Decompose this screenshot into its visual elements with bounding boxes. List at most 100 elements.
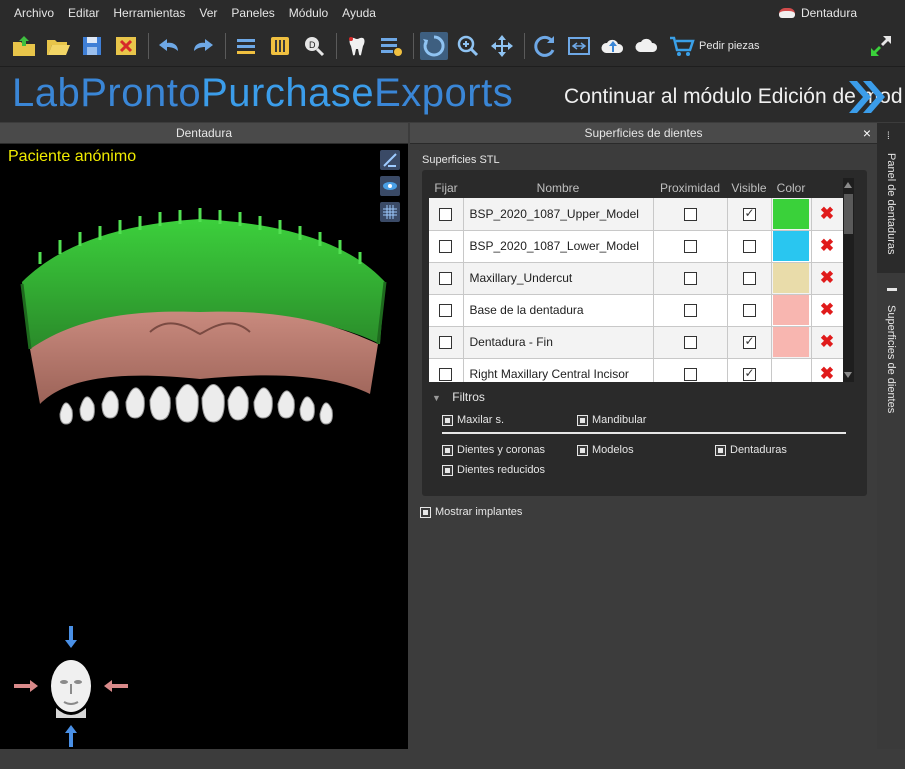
fix-checkbox[interactable] [439,207,453,221]
pin-icon[interactable]: ▬ [887,283,897,294]
filters-toggle[interactable]: ▼ Filtros [432,390,485,404]
proximity-checkbox[interactable] [683,304,697,318]
patient-name: Paciente anónimo [8,148,137,165]
column-header-proximity[interactable]: Proximidad [653,178,727,198]
menu-ayuda[interactable]: Ayuda [335,6,383,20]
menu-herramientas[interactable]: Herramientas [106,6,192,20]
color-swatch[interactable] [773,263,809,293]
filter-dentures-checkbox[interactable]: Dentaduras [715,444,787,456]
fix-checkbox[interactable] [439,240,453,254]
filter-teeth-crowns-checkbox[interactable]: Dientes y coronas [442,444,545,456]
delete-icon[interactable]: ✖ [820,268,834,287]
filter-mandibular-checkbox[interactable]: Mandibular [577,414,646,426]
brand-logo: LabProntoPurchaseExports [12,71,513,116]
color-swatch[interactable] [773,231,809,261]
inspect-button[interactable]: D [300,32,328,60]
scroll-down-icon[interactable] [844,372,852,378]
tab-panel-dentures[interactable]: ⁞ Panel de dentaduras [877,123,905,273]
redo-button[interactable] [189,32,217,60]
menu-paneles[interactable]: Paneles [224,6,281,20]
camera-view-icon[interactable] [380,176,400,196]
zoom-button[interactable] [454,32,482,60]
folder-open-icon [47,40,70,55]
scroll-up-icon[interactable] [844,182,852,188]
column-header-fix[interactable]: Fijar [429,178,463,198]
show-implants-checkbox[interactable]: Mostrar implantes [420,506,522,518]
rotate-view-button[interactable] [420,32,448,60]
denture-model-render[interactable] [0,204,408,504]
delete-icon[interactable]: ✖ [820,332,834,351]
column-header-visible[interactable]: Visible [727,178,771,198]
proximity-checkbox[interactable] [683,240,697,254]
delete-icon[interactable]: ✖ [820,236,834,255]
surface-name: BSP_2020_1087_Lower_Model [463,230,654,263]
measure-tool-icon[interactable] [380,150,400,170]
visible-checkbox[interactable] [742,366,756,382]
fit-view-button[interactable] [565,32,593,60]
table-row[interactable]: Maxillary_Undercut ✖ [429,262,844,295]
3d-viewport[interactable]: Paciente anónimo [0,144,408,749]
pan-button[interactable] [488,32,516,60]
settings-sliders-button[interactable] [266,32,294,60]
column-header-name[interactable]: Nombre [463,178,653,198]
table-row[interactable]: BSP_2020_1087_Lower_Model ✖ [429,230,844,263]
menu-archivo[interactable]: Archivo [0,6,61,20]
list-button[interactable] [232,32,260,60]
tab-tooth-surfaces[interactable]: ▬ Superficies de dientes [877,275,905,435]
menu-ver[interactable]: Ver [192,6,224,20]
proximity-checkbox[interactable] [683,207,697,221]
scroll-thumb[interactable] [844,194,853,234]
layers-button[interactable] [377,32,405,60]
menu-editar[interactable]: Editar [61,6,106,20]
visible-checkbox[interactable] [742,304,756,318]
fullscreen-button[interactable] [867,32,895,60]
visible-checkbox[interactable] [742,334,756,350]
table-row[interactable]: BSP_2020_1087_Upper_Model ✖ [429,198,844,231]
fix-checkbox[interactable] [439,272,453,286]
delete-icon[interactable]: ✖ [820,364,834,382]
table-row[interactable]: Right Maxillary Central Incisor ✖ [429,358,844,382]
delete-icon[interactable]: ✖ [820,204,834,223]
fix-checkbox[interactable] [439,368,453,382]
filter-maxilar-checkbox[interactable]: Maxilar s. [442,414,504,426]
table-scrollbar[interactable] [843,178,854,382]
filter-reduced-teeth-checkbox[interactable]: Dientes reducidos [442,464,545,476]
color-swatch[interactable] [773,295,809,325]
proximity-checkbox[interactable] [683,336,697,350]
filter-models-label: Modelos [592,444,634,456]
visible-checkbox[interactable] [742,206,756,221]
new-case-button[interactable] [10,32,38,60]
column-header-delete [811,178,843,198]
save-button[interactable] [78,32,106,60]
color-swatch[interactable] [773,327,809,357]
open-folder-button[interactable] [44,32,72,60]
upload-cloud-button[interactable] [599,32,627,60]
close-panel-button[interactable]: × [863,123,871,144]
checked-box-icon [442,464,453,476]
table-row[interactable]: Base de la dentadura ✖ [429,294,844,327]
pin-icon[interactable]: ⁞ [887,131,890,142]
stl-surfaces-label: Superficies STL [422,154,500,166]
visible-checkbox[interactable] [742,240,756,254]
delete-icon[interactable]: ✖ [820,300,834,319]
menu-modulo[interactable]: Módulo [282,6,335,20]
cloud-button[interactable] [633,32,661,60]
orientation-head-widget[interactable] [14,624,134,749]
order-parts-button[interactable]: Pedir piezas [669,35,760,57]
tooth-button[interactable] [343,32,371,60]
close-case-button[interactable] [112,32,140,60]
table-row[interactable]: Dentadura - Fin ✖ [429,326,844,359]
undo-button[interactable] [155,32,183,60]
visible-checkbox[interactable] [742,272,756,286]
svg-text:D: D [309,40,316,50]
proximity-checkbox[interactable] [683,272,697,286]
color-swatch[interactable] [773,359,809,382]
filter-models-checkbox[interactable]: Modelos [577,444,634,456]
fix-checkbox[interactable] [439,304,453,318]
continue-arrow-icon[interactable] [843,77,889,117]
fix-checkbox[interactable] [439,336,453,350]
column-header-color[interactable]: Color [771,178,811,198]
proximity-checkbox[interactable] [683,368,697,382]
reset-view-button[interactable] [531,32,559,60]
color-swatch[interactable] [773,198,809,229]
